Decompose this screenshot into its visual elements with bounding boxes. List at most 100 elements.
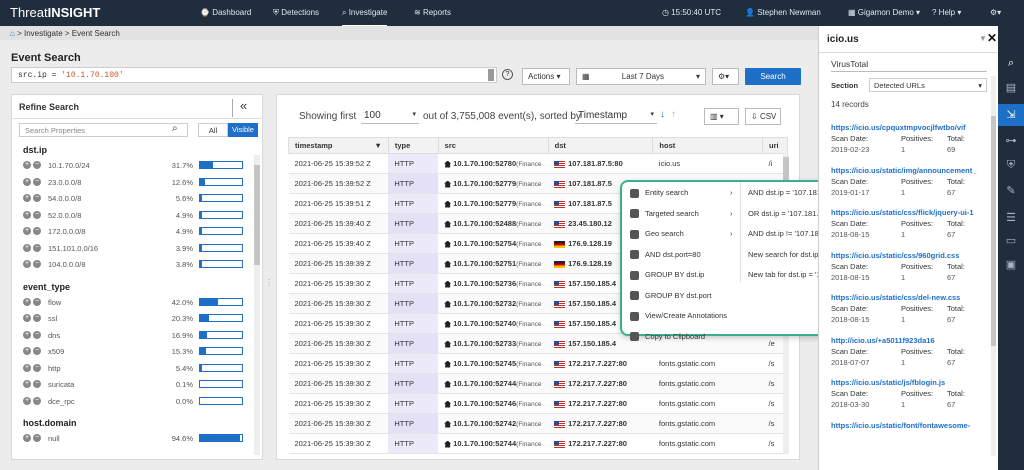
cell-src[interactable]: 10.1.70.100:52740(Finance <box>438 313 549 334</box>
facet-label[interactable]: 52.0.0.0/8 <box>48 211 81 220</box>
facet-label[interactable]: dce_rpc <box>48 397 75 406</box>
add-filter-icon[interactable]: + <box>23 330 31 339</box>
record-url-link[interactable]: https://icio.us/static/js/fblogin.js <box>831 378 986 387</box>
column-header-src[interactable]: src <box>437 137 549 154</box>
cell-src[interactable]: 10.1.70.100:52733(Finance <box>438 333 549 354</box>
facet-label[interactable]: 104.0.0.0/8 <box>48 260 86 269</box>
table-row[interactable]: 2021-06-25 15:39:30 Z HTTP 10.1.70.100:527… <box>288 353 788 374</box>
actions-dropdown[interactable]: Actions ▾ <box>522 68 570 85</box>
exclude-filter-icon[interactable]: − <box>33 314 41 323</box>
add-filter-icon[interactable]: + <box>23 243 31 252</box>
shield-icon[interactable]: ⛨ <box>1004 158 1018 172</box>
cell-src[interactable]: 10.1.70.100:52488(Finance <box>438 213 549 234</box>
search-properties-input[interactable]: Search Properties <box>19 123 188 137</box>
monitor-icon[interactable]: ▭ <box>1004 234 1018 248</box>
home-icon[interactable]: ⌂ <box>10 29 15 38</box>
org-menu[interactable]: ▦ Gigamon Demo ▾ <box>848 8 920 17</box>
tab-visible[interactable]: Visible <box>228 123 258 137</box>
cell-src[interactable]: 10.1.70.100:52780(Finance <box>438 153 549 174</box>
cell-src[interactable]: 10.1.70.100:52779(Finance <box>438 173 549 194</box>
facet-scrollbar[interactable] <box>254 155 260 455</box>
sort-desc-icon[interactable]: ↓ <box>660 109 665 120</box>
help-menu[interactable]: ? Help ▾ <box>932 8 961 17</box>
record-url-link[interactable]: https://icio.us/static/font/fontawesome- <box>831 421 986 430</box>
exclude-filter-icon[interactable]: − <box>33 243 41 252</box>
filter-icon[interactable]: ▼ <box>979 34 987 43</box>
search-icon[interactable]: ⌕ <box>172 123 178 134</box>
add-filter-icon[interactable]: + <box>23 314 31 323</box>
add-filter-icon[interactable]: + <box>23 396 31 405</box>
query-input[interactable]: src.ip = '10.1.70.100' <box>11 67 497 83</box>
breadcrumb-investigate[interactable]: Investigate <box>24 29 63 38</box>
context-menu-item[interactable]: Targeted search › <box>630 209 733 219</box>
context-menu-item[interactable]: GROUP BY dst.ip <box>630 270 704 280</box>
facet-label[interactable]: http <box>48 364 61 373</box>
record-url-link[interactable]: https://icio.us/static/css/del-new.css <box>831 293 986 302</box>
table-row[interactable]: 2021-06-25 15:39:30 Z HTTP 10.1.70.100:527… <box>288 433 788 454</box>
limit-select[interactable]: 100 ▾ <box>361 108 419 124</box>
context-menu-item[interactable]: View/Create Annotations <box>630 311 727 321</box>
exclude-filter-icon[interactable]: − <box>33 297 41 306</box>
network-graph-icon[interactable]: ⊶ <box>1004 134 1018 148</box>
facet-label[interactable]: suricata <box>48 380 74 389</box>
add-filter-icon[interactable]: + <box>23 194 31 203</box>
list-icon[interactable]: ☰ <box>1004 211 1018 225</box>
panel-resize-handle[interactable]: ⋮ <box>265 278 273 287</box>
cell-src[interactable]: 10.1.70.100:52744(Finance <box>438 373 549 394</box>
cell-src[interactable]: 10.1.70.100:52744(Finance <box>438 433 549 454</box>
context-menu-item[interactable]: Copy to Clipboard <box>630 332 705 342</box>
cell-src[interactable]: 10.1.70.100:52746(Finance <box>438 393 549 414</box>
nav-dashboard[interactable]: ⌚ Dashboard <box>200 8 251 17</box>
table-row[interactable]: 2021-06-25 15:39:52 Z HTTP 10.1.70.100:527… <box>288 153 788 174</box>
add-filter-icon[interactable]: + <box>23 161 31 170</box>
help-circle-icon[interactable]: ? <box>502 69 513 80</box>
collapse-panel-icon[interactable]: « <box>240 98 247 113</box>
add-filter-icon[interactable]: + <box>23 177 31 186</box>
csv-export-button[interactable]: ⇩ CSV <box>745 108 781 125</box>
exclude-filter-icon[interactable]: − <box>33 177 41 186</box>
facet-label[interactable]: ssl <box>48 314 57 323</box>
facet-label[interactable]: 23.0.0.0/8 <box>48 178 81 187</box>
cell-src[interactable]: 10.1.70.100:52751(Finance <box>438 253 549 274</box>
exclude-filter-icon[interactable]: − <box>33 347 41 356</box>
exclude-filter-icon[interactable]: − <box>33 380 41 389</box>
record-url-link[interactable]: https://icio.us/cpquxtmpvocjlfwtbo/vif <box>831 123 986 132</box>
nav-investigate[interactable]: ⌕ Investigate <box>342 8 388 27</box>
exclude-filter-icon[interactable]: − <box>33 363 41 372</box>
column-header-uri[interactable]: uri <box>762 137 788 154</box>
exclude-filter-icon[interactable]: − <box>33 434 41 443</box>
app-logo[interactable]: ThreatINSIGHT <box>10 5 100 20</box>
search-tool-icon[interactable]: ⌕ <box>1004 56 1018 70</box>
cell-src[interactable]: 10.1.70.100:52779(Finance <box>438 193 549 214</box>
facet-label[interactable]: null <box>48 434 60 443</box>
cell-src[interactable]: 10.1.70.100:52745(Finance <box>438 353 549 374</box>
cell-dst[interactable]: 107.181.87.5:80 <box>548 153 653 174</box>
cell-dst[interactable]: 172.217.7.227:80 <box>548 373 653 394</box>
user-menu[interactable]: 👤 Stephen Newman <box>745 8 821 17</box>
query-scroll-handle[interactable] <box>488 69 494 81</box>
close-icon[interactable]: ✕ <box>987 31 997 45</box>
options-gear-icon[interactable]: ⚙▾ <box>712 68 739 85</box>
exclude-filter-icon[interactable]: − <box>33 194 41 203</box>
add-filter-icon[interactable]: + <box>23 347 31 356</box>
table-row[interactable]: 2021-06-25 15:39:30 Z HTTP 10.1.70.100:527… <box>288 413 788 434</box>
annotation-icon[interactable]: ✎ <box>1004 184 1018 198</box>
record-url-link[interactable]: http://icio.us/+a5011f923da16 <box>831 336 986 345</box>
add-filter-icon[interactable]: + <box>23 297 31 306</box>
exclude-filter-icon[interactable]: − <box>33 260 41 269</box>
cell-src[interactable]: 10.1.70.100:52742(Finance <box>438 413 549 434</box>
facet-label[interactable]: 54.0.0.0/8 <box>48 194 81 203</box>
cell-src[interactable]: 10.1.70.100:52732(Finance <box>438 293 549 314</box>
record-url-link[interactable]: https://icio.us/static/css/960grid.css <box>831 251 986 260</box>
add-filter-icon[interactable]: + <box>23 227 31 236</box>
sort-field-select[interactable]: Timestamp ▾ <box>575 108 657 124</box>
facet-label[interactable]: x509 <box>48 347 64 356</box>
cell-dst[interactable]: 172.217.7.227:80 <box>548 393 653 414</box>
cell-src[interactable]: 10.1.70.100:52736(Finance <box>438 273 549 294</box>
column-header-host[interactable]: host <box>652 137 764 154</box>
record-url-link[interactable]: https://icio.us/static/img/announcement_ <box>831 166 986 175</box>
column-header-timestamp[interactable]: timestamp ▼ <box>288 137 389 154</box>
table-row[interactable]: 2021-06-25 15:39:30 Z HTTP 10.1.70.100:527… <box>288 373 788 394</box>
add-filter-icon[interactable]: + <box>23 210 31 219</box>
context-menu-item[interactable]: AND dst.port=80 <box>630 250 701 260</box>
